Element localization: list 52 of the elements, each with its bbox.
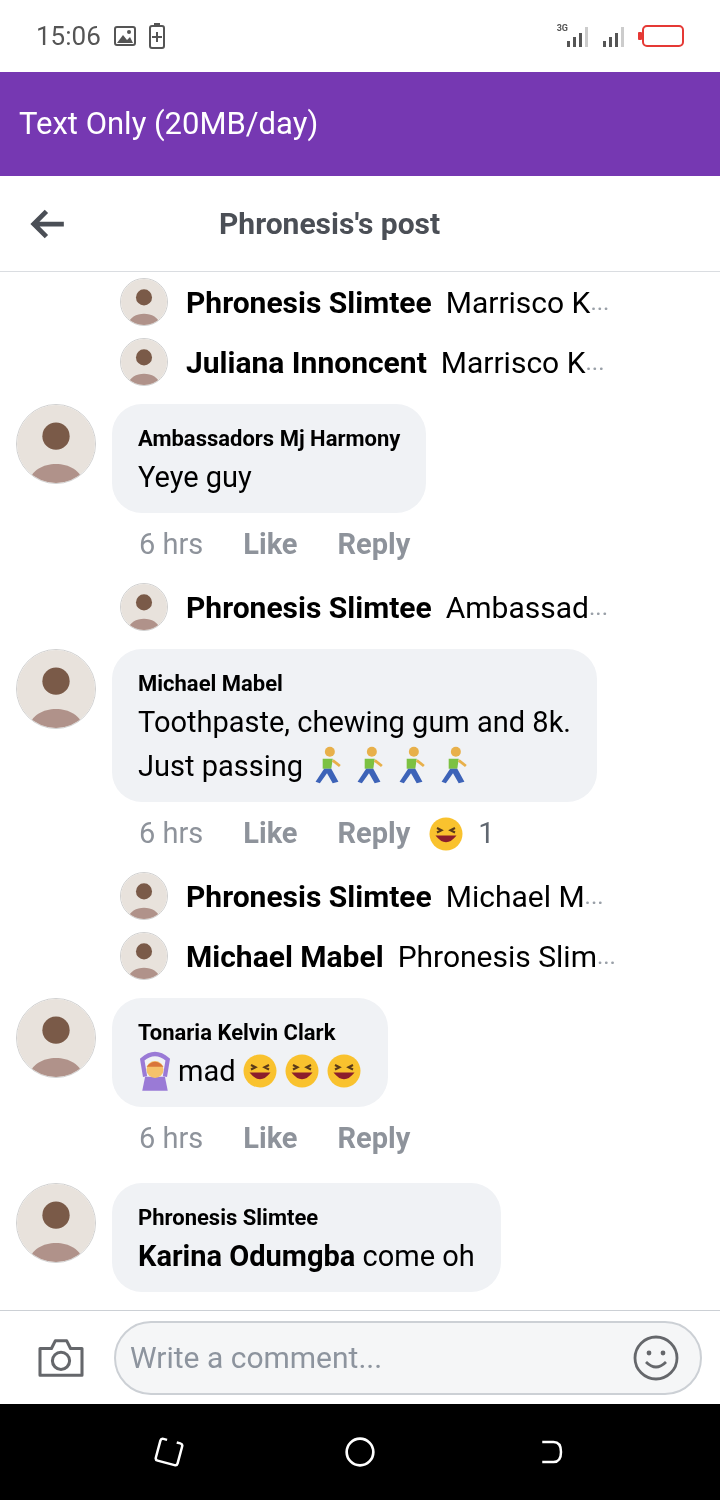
avatar[interactable] [120, 338, 168, 386]
reply-snippet: Ambassad [445, 588, 589, 627]
comment-text: Just passing [138, 748, 303, 785]
battery-saver-icon [148, 23, 165, 49]
reply-author[interactable]: Phronesis Slimtee [186, 584, 432, 630]
camera-icon[interactable] [36, 1336, 86, 1379]
recent-apps-icon[interactable] [154, 1437, 184, 1467]
comment-author[interactable]: Michael Mabel [138, 667, 571, 700]
comment-text: Yeye guy [138, 459, 252, 496]
reply-snippet: Marrisco K [440, 343, 586, 382]
reply-author[interactable]: Michael Mabel [186, 933, 384, 979]
ellipsis: ... [585, 347, 605, 378]
ellipsis: ... [584, 881, 604, 912]
avatar[interactable] [120, 872, 168, 920]
page-title: Phronesis's post [219, 205, 441, 243]
comment-author[interactable]: Ambassadors Mj Harmony [138, 422, 401, 455]
comment-time: 6 hrs [139, 526, 204, 564]
comment-time: 6 hrs [139, 815, 204, 853]
person-gesturing-icon [138, 1051, 172, 1091]
home-icon[interactable] [344, 1436, 376, 1468]
laughing-reaction-icon [428, 816, 465, 852]
avatar[interactable] [120, 583, 168, 631]
reply-author[interactable]: Phronesis Slimtee [186, 279, 432, 325]
battery-icon [638, 25, 684, 47]
reaction-count: 1 [478, 815, 495, 853]
comment-author[interactable]: Phronesis Slimtee [138, 1201, 475, 1234]
avatar[interactable] [120, 278, 168, 326]
ellipsis: ... [590, 287, 610, 318]
comment-author[interactable]: Tonaria Kelvin Clark [138, 1016, 362, 1049]
comment-text: Karina Odumgba come oh [138, 1238, 475, 1275]
ellipsis: ... [589, 592, 608, 623]
avatar[interactable] [120, 932, 168, 980]
network-type: 3G [556, 22, 568, 36]
status-time: 15:06 [36, 19, 101, 53]
comment-text: Toothpaste, chewing gum and 8k. [138, 704, 571, 741]
reply-snippet: Phronesis Slim [397, 937, 597, 976]
banner-title: Text Only (20MB/day) [19, 103, 319, 144]
laughing-face-icon [283, 1053, 320, 1089]
reply-snippet: Michael M [445, 877, 585, 916]
ellipsis: ... [596, 941, 616, 972]
reply-author[interactable]: Phronesis Slimtee [186, 873, 432, 919]
reply-author[interactable]: Juliana Innoncent [186, 339, 427, 385]
comment-text: mad [178, 1053, 236, 1090]
comment-field[interactable]: Write a comment... [114, 1320, 702, 1395]
image-icon [112, 24, 137, 48]
smiley-icon[interactable] [632, 1333, 680, 1382]
comment-time: 6 hrs [139, 1120, 204, 1158]
reply-snippet: Marrisco K [445, 283, 591, 322]
laughing-face-icon [241, 1053, 278, 1089]
laughing-face-icon [325, 1053, 362, 1089]
signal-icon [602, 25, 626, 47]
signal-icon [566, 25, 590, 47]
